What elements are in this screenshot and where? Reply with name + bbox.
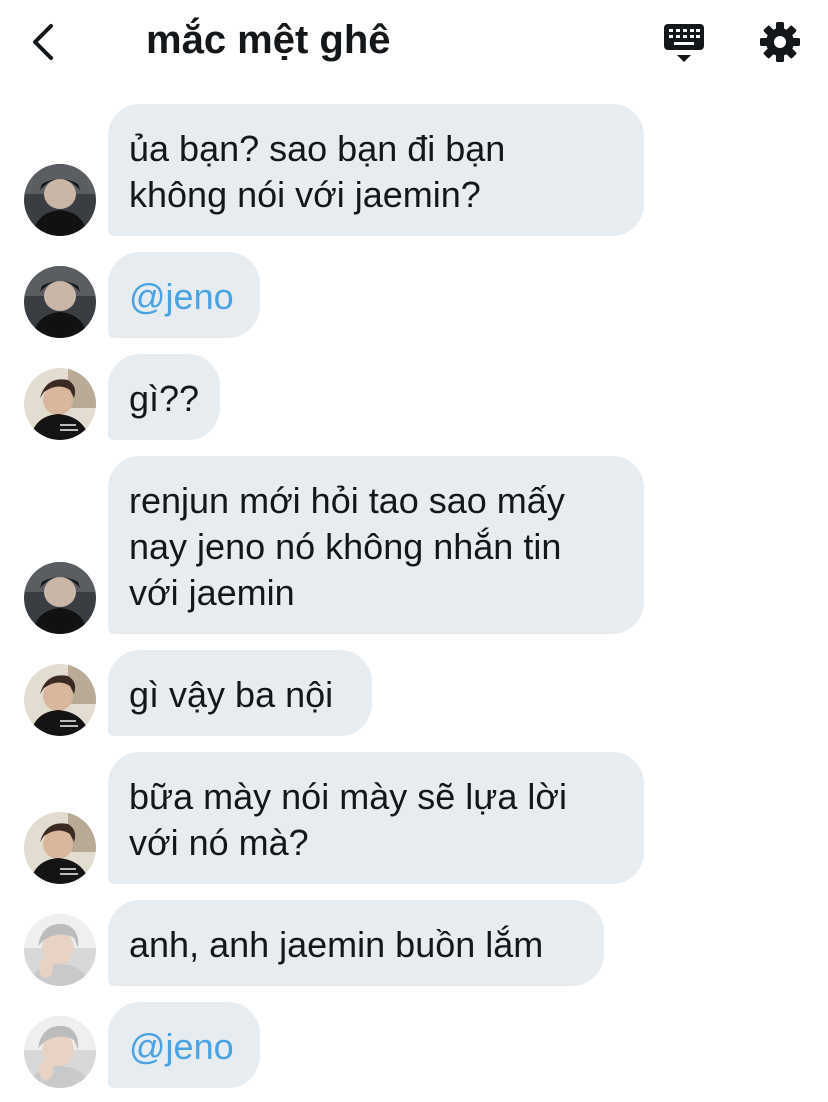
message-text-line: với jaemin bbox=[129, 572, 295, 613]
message-row: renjun mới hỏi tao sao mấy nay jeno nó k… bbox=[0, 456, 828, 634]
avatar[interactable] bbox=[24, 562, 96, 634]
message-row: @jeno bbox=[0, 252, 828, 338]
message-text-line: ủa bạn? sao bạn đi bạn bbox=[129, 128, 506, 169]
message-bubble[interactable]: @jeno bbox=[108, 252, 260, 338]
avatar[interactable] bbox=[24, 266, 96, 338]
conversation-title: mắc mệt ghê bbox=[146, 18, 391, 62]
message-text-line: bữa mày nói mày sẽ lựa lời bbox=[129, 776, 567, 817]
avatar[interactable] bbox=[24, 368, 96, 440]
message-bubble[interactable]: gì?? bbox=[108, 354, 220, 440]
message-row: @jeno bbox=[0, 1002, 828, 1088]
message-bubble[interactable]: @jeno bbox=[108, 1002, 260, 1088]
avatar[interactable] bbox=[24, 812, 96, 884]
message-row: gì?? bbox=[0, 354, 828, 440]
avatar[interactable] bbox=[24, 914, 96, 986]
keyboard-button[interactable] bbox=[660, 18, 708, 66]
avatar[interactable] bbox=[24, 164, 96, 236]
message-text-line: renjun mới hỏi tao sao mấy bbox=[129, 480, 565, 521]
message-bubble[interactable]: renjun mới hỏi tao sao mấy nay jeno nó k… bbox=[108, 456, 644, 634]
message-bubble[interactable]: gì vậy ba nội bbox=[108, 650, 372, 736]
message-row: ủa bạn? sao bạn đi bạn không nói với jae… bbox=[0, 104, 828, 236]
mention-link[interactable]: @jeno bbox=[129, 276, 234, 317]
message-text-line: không nói với jaemin? bbox=[129, 174, 481, 215]
message-text-line: gì vậy ba nội bbox=[129, 674, 334, 715]
avatar[interactable] bbox=[24, 1016, 96, 1088]
message-text-line: gì?? bbox=[129, 378, 200, 419]
message-bubble[interactable]: ủa bạn? sao bạn đi bạn không nói với jae… bbox=[108, 104, 644, 236]
back-button[interactable] bbox=[22, 18, 66, 66]
message-row: bữa mày nói mày sẽ lựa lời với nó mà? bbox=[0, 752, 828, 884]
keyboard-icon bbox=[664, 24, 704, 62]
message-bubble[interactable]: bữa mày nói mày sẽ lựa lời với nó mà? bbox=[108, 752, 644, 884]
message-row: anh, anh jaemin buồn lắm bbox=[0, 900, 828, 986]
message-text-line: nay jeno nó không nhắn tin bbox=[129, 526, 562, 567]
settings-button[interactable] bbox=[756, 18, 804, 66]
message-row: gì vậy ba nội bbox=[0, 650, 828, 736]
message-text-line: anh, anh jaemin buồn lắm bbox=[129, 924, 544, 965]
avatar[interactable] bbox=[24, 664, 96, 736]
chat-header: mắc mệt ghê bbox=[0, 0, 828, 82]
message-text-line: với nó mà? bbox=[129, 822, 309, 863]
mention-link[interactable]: @jeno bbox=[129, 1026, 234, 1067]
message-bubble[interactable]: anh, anh jaemin buồn lắm bbox=[108, 900, 604, 986]
gear-icon bbox=[760, 22, 800, 62]
chevron-left-icon bbox=[33, 24, 53, 60]
